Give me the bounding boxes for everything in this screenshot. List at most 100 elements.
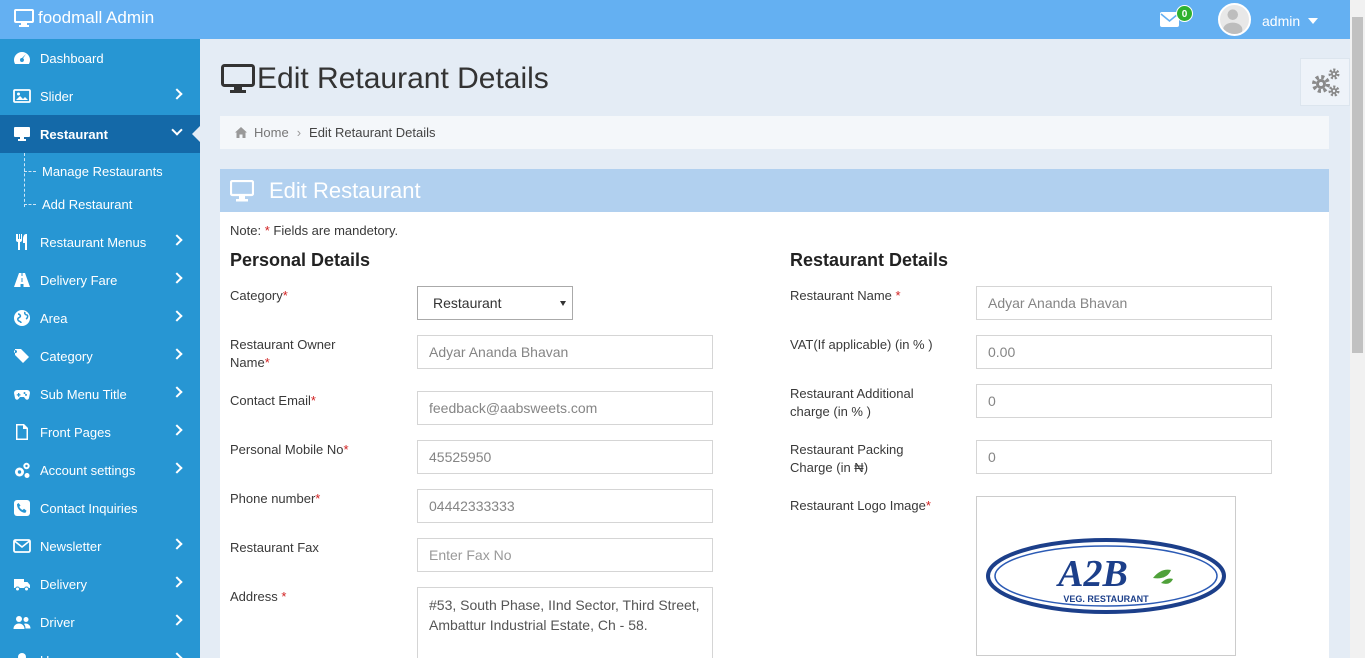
sidebar-item-label: Users xyxy=(40,653,74,658)
logo-image-label: Restaurant Logo Image* xyxy=(790,498,931,513)
user-menu[interactable]: admin xyxy=(1262,13,1319,29)
restaurant-name-input[interactable]: Adyar Ananda Bhavan xyxy=(976,286,1272,320)
avatar[interactable] xyxy=(1218,3,1251,36)
submenu-item-manage-restaurants[interactable]: Manage Restaurants xyxy=(0,155,200,188)
additional-charge-label: Restaurant Additional charge (in % ) xyxy=(790,386,914,419)
sidebar-item-delivery[interactable]: Delivery xyxy=(0,565,200,603)
mail-count-badge: 0 xyxy=(1176,5,1193,22)
logo-text: A2B xyxy=(1056,553,1128,595)
page-title-text: Edit Retaurant Details xyxy=(257,62,549,95)
top-navbar: foodmall Admin 0 admin xyxy=(0,0,1350,39)
sidebar-item-contact-inquiries[interactable]: Contact Inquiries xyxy=(0,489,200,527)
sidebar-item-label: Restaurant xyxy=(40,126,108,142)
breadcrumb-current: Edit Retaurant Details xyxy=(309,125,436,140)
mandatory-note: Note: * Fields are mandetory. xyxy=(230,223,398,238)
phone-input[interactable]: 04442333333 xyxy=(417,489,713,523)
phone-icon xyxy=(12,499,32,517)
packing-charge-input[interactable]: 0 xyxy=(976,440,1272,474)
sidebar-item-area[interactable]: Area xyxy=(0,299,200,337)
envelope-icon xyxy=(12,537,32,555)
scrollbar-thumb[interactable] xyxy=(1352,17,1363,353)
sidebar-item-account-settings[interactable]: Account settings xyxy=(0,451,200,489)
sidebar-item-label: Delivery xyxy=(40,576,87,592)
sidebar-item-dashboard[interactable]: Dashboard xyxy=(0,39,200,77)
card-header: Edit Restaurant xyxy=(220,169,1329,212)
note-text: Fields are mandetory. xyxy=(273,223,399,238)
contact-email-input[interactable]: feedback@aabsweets.com xyxy=(417,391,713,425)
submenu-item-add-restaurant[interactable]: Add Restaurant xyxy=(0,188,200,221)
sidebar-item-label: Sub Menu Title xyxy=(40,386,127,402)
restaurant-logo-image[interactable]: A2B VEG. RESTAURANT xyxy=(976,496,1236,656)
tags-icon xyxy=(12,347,32,365)
breadcrumb-home-link[interactable]: Home xyxy=(254,125,289,140)
chevron-right-icon: › xyxy=(296,125,302,140)
sidebar-item-label: Driver xyxy=(40,614,75,630)
sidebar-item-sub-menu-title[interactable]: Sub Menu Title xyxy=(0,375,200,413)
truck-icon xyxy=(12,575,32,593)
fax-input[interactable]: Enter Fax No xyxy=(417,538,713,572)
user-icon xyxy=(12,651,32,658)
fax-label: Restaurant Fax xyxy=(230,540,319,555)
sidebar-item-newsletter[interactable]: Newsletter xyxy=(0,527,200,565)
chevron-right-icon xyxy=(171,310,183,322)
cogs-icon xyxy=(1312,68,1340,97)
category-select[interactable]: Restaurant xyxy=(417,286,573,320)
cogs-icon xyxy=(12,461,32,479)
note-prefix: Note: xyxy=(230,223,262,238)
sidebar-item-driver[interactable]: Driver xyxy=(0,603,200,641)
restaurant-name-label: Restaurant Name * xyxy=(790,288,901,303)
sidebar-item-users[interactable]: Users xyxy=(0,641,200,658)
chevron-right-icon xyxy=(171,462,183,474)
restaurant-details-title: Restaurant Details xyxy=(790,250,949,270)
category-selected: Restaurant xyxy=(433,295,502,311)
chevron-right-icon xyxy=(171,272,183,284)
desktop-icon xyxy=(14,9,34,27)
logo-subtext: VEG. RESTAURANT xyxy=(1063,594,1149,604)
globe-icon xyxy=(12,309,32,327)
a2b-logo: A2B VEG. RESTAURANT xyxy=(986,538,1226,614)
mobile-label: Personal Mobile No* xyxy=(230,442,349,457)
settings-button[interactable] xyxy=(1300,58,1350,106)
vat-input[interactable]: 0.00 xyxy=(976,335,1272,369)
sidebar-item-label: Delivery Fare xyxy=(40,272,118,288)
caret-down-icon xyxy=(560,301,566,306)
sidebar-item-front-pages[interactable]: Front Pages xyxy=(0,413,200,451)
brand-name: foodmall Admin xyxy=(38,8,155,27)
desktop-icon xyxy=(230,179,254,201)
owner-name-input[interactable]: Adyar Ananda Bhavan xyxy=(417,335,713,369)
chevron-right-icon xyxy=(171,576,183,588)
required-star: * xyxy=(264,223,270,238)
chevron-right-icon xyxy=(171,424,183,436)
card-title: Edit Restaurant xyxy=(269,177,421,203)
address-label: Address * xyxy=(230,589,287,604)
sidebar: Dashboard Slider Restaurant Manage Restaura… xyxy=(0,39,200,658)
sidebar-item-restaurant[interactable]: Restaurant xyxy=(0,115,200,153)
sidebar-item-label: Restaurant Menus xyxy=(40,234,147,250)
chevron-right-icon xyxy=(171,234,183,246)
chevron-right-icon xyxy=(171,614,183,626)
address-textarea[interactable]: #53, South Phase, IInd Sector, Third Str… xyxy=(417,587,713,658)
caret-down-icon xyxy=(1308,18,1319,24)
additional-charge-input[interactable]: 0 xyxy=(976,384,1272,418)
category-label: Category* xyxy=(230,288,288,303)
packing-charge-label: Restaurant Packing Charge (in ₦) xyxy=(790,442,904,475)
chevron-right-icon xyxy=(171,652,183,658)
brand[interactable]: foodmall Admin xyxy=(14,8,154,28)
sidebar-item-label: Slider xyxy=(40,88,74,104)
chevron-right-icon xyxy=(171,88,183,100)
home-icon xyxy=(235,127,247,138)
gamepad-icon xyxy=(12,385,32,403)
contact-email-label: Contact Email* xyxy=(230,393,316,408)
sidebar-item-slider[interactable]: Slider xyxy=(0,77,200,115)
mobile-input[interactable]: 45525950 xyxy=(417,440,713,474)
sidebar-item-delivery-fare[interactable]: Delivery Fare xyxy=(0,261,200,299)
sidebar-item-label: Newsletter xyxy=(40,538,102,554)
sidebar-item-label: Dashboard xyxy=(40,50,104,66)
sidebar-item-category[interactable]: Category xyxy=(0,337,200,375)
chevron-right-icon xyxy=(171,386,183,398)
personal-details-title: Personal Details xyxy=(230,250,371,270)
desktop-icon xyxy=(221,64,255,93)
chevron-down-icon xyxy=(171,124,183,136)
sidebar-item-restaurant-menus[interactable]: Restaurant Menus xyxy=(0,223,200,261)
page-title: Edit Retaurant Details xyxy=(221,62,549,96)
